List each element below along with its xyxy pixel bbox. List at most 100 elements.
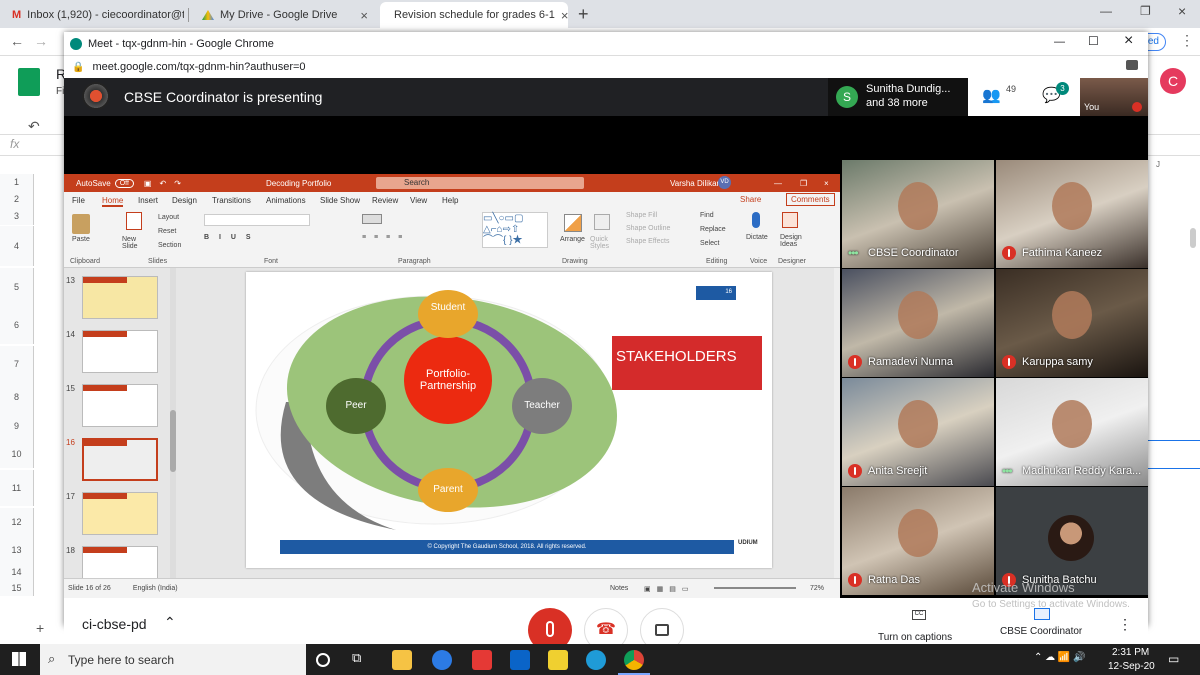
participant-tile[interactable]: ••• Madhukar Reddy Kara... — [996, 378, 1148, 486]
arrange-icon[interactable] — [564, 214, 582, 232]
participant-tile[interactable]: Sunitha Batchu — [996, 487, 1148, 595]
ppt-menu-item[interactable]: Animations — [266, 196, 306, 205]
minimize-button[interactable]: — — [1100, 4, 1112, 18]
row-header[interactable]: 15 — [0, 580, 34, 596]
section-button[interactable]: Section — [158, 242, 181, 249]
file-explorer-icon[interactable] — [392, 650, 412, 670]
row-header[interactable]: 8 — [0, 382, 34, 412]
self-view[interactable]: You — [1080, 78, 1148, 116]
ppt-menu-item[interactable]: Home — [102, 196, 124, 207]
clock-time[interactable]: 2:31 PM — [1112, 647, 1149, 658]
captions-icon[interactable]: CC — [912, 610, 926, 620]
row-header[interactable]: 3 — [0, 208, 34, 225]
maximize-button[interactable]: ❐ — [1140, 4, 1151, 18]
dictate-icon[interactable] — [752, 212, 760, 228]
tab-sheets[interactable]: Revision schedule for grades 6-1 × — [380, 2, 568, 28]
minimize-button[interactable]: — — [1054, 36, 1065, 48]
maximize-button[interactable]: ☐ — [1088, 34, 1099, 48]
ppt-search[interactable]: Search — [376, 177, 584, 189]
designer-icon[interactable] — [782, 212, 798, 228]
task-view-icon[interactable]: ⧉ — [352, 650, 372, 670]
row-header[interactable]: 9 — [0, 412, 34, 440]
tab-drive[interactable]: My Drive - Google Drive × — [194, 2, 376, 28]
scrollbar[interactable] — [1190, 228, 1196, 248]
bullets-icon[interactable] — [362, 214, 382, 224]
undo-icon[interactable]: ↶ — [159, 179, 166, 188]
row-header[interactable]: 1 — [0, 174, 34, 191]
close-icon[interactable]: × — [354, 8, 368, 23]
taskbar-search[interactable]: ⌕ Type here to search — [40, 644, 306, 675]
captions-button[interactable]: Turn on captions — [878, 632, 952, 643]
outlook-icon[interactable] — [510, 650, 530, 670]
quick-styles-icon[interactable] — [594, 214, 610, 230]
slide-thumbnail[interactable] — [82, 330, 158, 373]
participant-tile[interactable]: Ramadevi Nunna — [842, 269, 994, 377]
shape-effects-button[interactable]: Shape Effects — [626, 238, 669, 245]
participants-preview[interactable]: S Sunitha Dundig... and 38 more — [828, 78, 968, 116]
reset-button[interactable]: Reset — [158, 228, 176, 235]
row-header[interactable]: 5 — [0, 268, 34, 306]
participant-tile[interactable]: Anita Sreejit — [842, 378, 994, 486]
slide-thumbnail[interactable] — [82, 384, 158, 427]
paste-icon[interactable] — [72, 214, 90, 234]
replace-button[interactable]: Replace — [700, 226, 726, 233]
ppt-menu-item[interactable]: Design — [172, 196, 197, 205]
quick-styles-button[interactable]: Quick Styles — [590, 236, 618, 250]
people-icon[interactable]: 👥 — [982, 86, 1001, 104]
ppt-menu-item[interactable]: File — [72, 196, 85, 205]
layout-button[interactable]: Layout — [158, 214, 179, 221]
menu-kebab-icon[interactable]: ⋮ — [1180, 32, 1194, 49]
align-buttons[interactable]: ≡ ≡ ≡ ≡ — [362, 234, 405, 241]
system-tray-icons[interactable]: ⌃ ☁ 📶 🔊 — [1034, 652, 1086, 663]
chrome-icon[interactable] — [624, 650, 644, 670]
paste-button[interactable]: Paste — [72, 236, 90, 243]
row-header[interactable]: 12 — [0, 508, 34, 536]
view-buttons[interactable]: ▣▦▤▭ — [644, 585, 694, 593]
row-header[interactable]: 10 — [0, 440, 34, 468]
back-icon[interactable]: ← — [10, 33, 24, 49]
user-initials[interactable]: VD — [718, 176, 731, 189]
shape-outline-button[interactable]: Shape Outline — [626, 225, 670, 232]
maximize-button[interactable]: ❐ — [800, 179, 807, 188]
row-header[interactable]: 13 — [0, 536, 34, 564]
shape-fill-button[interactable]: Shape Fill — [626, 212, 657, 219]
row-header[interactable]: 14 — [0, 564, 34, 580]
autosave-toggle[interactable]: Off — [114, 178, 134, 188]
participant-tile[interactable]: Karuppa samy — [996, 269, 1148, 377]
slide-scrollbar[interactable] — [834, 268, 840, 578]
ppt-menu-item[interactable]: Transitions — [212, 196, 251, 205]
participant-tile[interactable]: Ratna Das — [842, 487, 994, 595]
close-window-button[interactable]: × — [1178, 3, 1186, 19]
ppt-menu-item[interactable]: View — [410, 196, 427, 205]
notes-button[interactable]: Notes — [610, 585, 628, 592]
row-header[interactable]: 11 — [0, 470, 34, 506]
save-icon[interactable]: ▣ — [144, 179, 152, 188]
shapes-gallery[interactable]: ▭╲○▭▢ △⌐⌂⇨⇧ ⌒⌒{ }★ — [482, 212, 548, 248]
avatar[interactable]: C — [1160, 68, 1186, 94]
tab-gmail[interactable]: M Inbox (1,920) - ciecoordinator@t × — [4, 2, 184, 28]
minimize-button[interactable]: — — [774, 179, 782, 188]
close-icon[interactable]: × — [555, 8, 568, 23]
zoom-level[interactable]: 72% — [810, 585, 824, 592]
sticky-notes-icon[interactable] — [548, 650, 568, 670]
participant-tile[interactable]: ••• CBSE Coordinator — [842, 160, 994, 268]
notification-icon[interactable]: ▭ — [1168, 652, 1179, 666]
add-sheet-button[interactable]: + — [36, 620, 44, 636]
comments-button[interactable]: Comments — [786, 193, 835, 206]
forward-icon[interactable]: → — [34, 33, 48, 49]
close-window-button[interactable]: × — [1124, 32, 1133, 50]
row-header[interactable]: 6 — [0, 306, 34, 344]
windows-start-icon[interactable] — [12, 652, 26, 666]
slide-thumbnail[interactable] — [82, 276, 158, 319]
slide-thumbnail[interactable] — [82, 438, 158, 481]
anydesk-icon[interactable] — [472, 650, 492, 670]
zoom-slider[interactable] — [714, 587, 796, 589]
camera-icon[interactable] — [1126, 60, 1138, 70]
ppt-menu-item[interactable]: Review — [372, 196, 398, 205]
language-label[interactable]: English (India) — [133, 585, 178, 592]
find-button[interactable]: Find — [700, 212, 714, 219]
ppt-menu-item[interactable]: Help — [442, 196, 458, 205]
select-button[interactable]: Select — [700, 240, 719, 247]
slide-thumbnail[interactable] — [82, 492, 158, 535]
share-button[interactable]: Share — [740, 195, 761, 204]
